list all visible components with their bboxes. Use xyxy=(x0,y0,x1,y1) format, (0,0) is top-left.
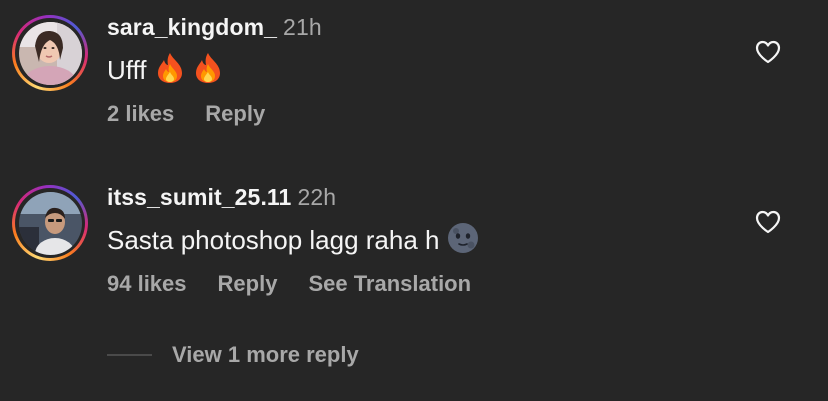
fire-emoji-icon xyxy=(193,52,223,91)
fire-emoji-icon xyxy=(155,52,185,91)
comment-actions: 2 likes Reply xyxy=(107,101,296,127)
username-label[interactable]: sara_kingdom_ xyxy=(107,14,277,40)
reply-button[interactable]: Reply xyxy=(205,101,265,126)
comment-timestamp: 22h xyxy=(297,184,337,210)
comment-text: Sasta photoshop lagg raha h xyxy=(107,222,479,261)
heart-icon[interactable] xyxy=(755,210,781,234)
comment-text: Ufff xyxy=(107,52,223,91)
likes-count[interactable]: 94 likes xyxy=(107,271,187,296)
heart-icon[interactable] xyxy=(755,40,781,64)
avatar-image xyxy=(18,191,82,255)
divider-line xyxy=(107,354,152,356)
see-translation-button[interactable]: See Translation xyxy=(308,271,471,296)
likes-count[interactable]: 2 likes xyxy=(107,101,174,126)
comment-text-label: Sasta photoshop lagg raha h xyxy=(107,225,440,255)
avatar[interactable] xyxy=(12,185,88,261)
view-more-replies-label[interactable]: View 1 more reply xyxy=(172,342,359,368)
comment-actions: 94 likes Reply See Translation xyxy=(107,271,502,297)
avatar-image xyxy=(18,21,82,85)
view-more-replies-button[interactable]: View 1 more reply xyxy=(107,340,359,370)
avatar[interactable] xyxy=(12,15,88,91)
new-moon-face-emoji-icon xyxy=(447,222,479,261)
reply-button[interactable]: Reply xyxy=(218,271,278,296)
avatar-ring-gap xyxy=(15,188,85,258)
comment-username[interactable]: itss_sumit_25.11 22h xyxy=(107,184,336,211)
username-label[interactable]: itss_sumit_25.11 xyxy=(107,184,291,210)
avatar-ring-gap xyxy=(15,18,85,88)
comment-text-label: Ufff xyxy=(107,55,147,85)
comment-username[interactable]: sara_kingdom_ 21h xyxy=(107,14,322,41)
comment-timestamp: 21h xyxy=(283,14,322,40)
